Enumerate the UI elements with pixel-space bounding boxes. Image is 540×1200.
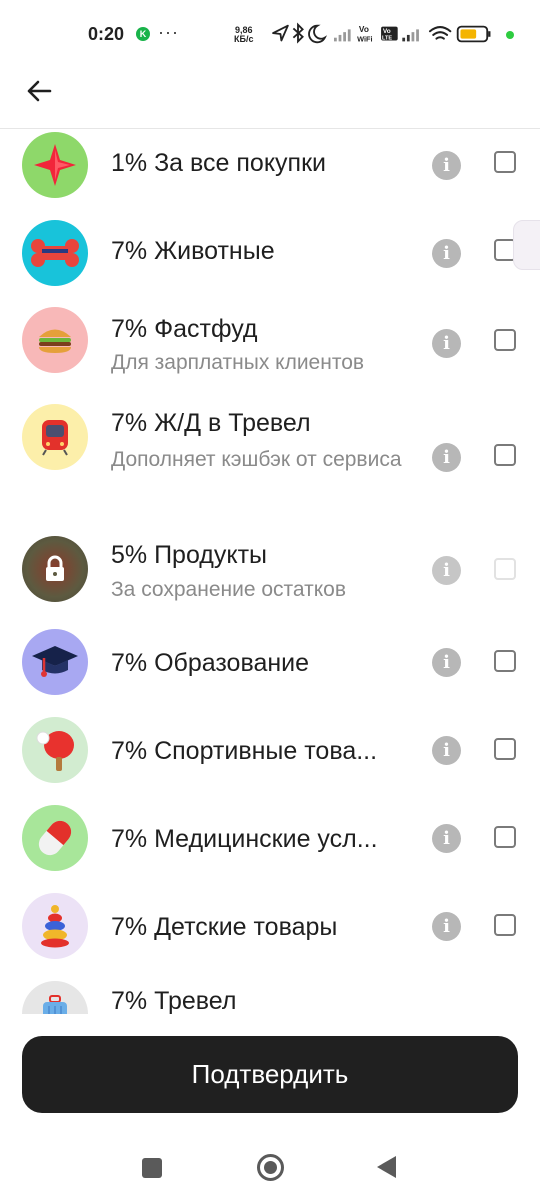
toy-pyramid-icon (22, 893, 88, 959)
location-arrow-icon (272, 24, 289, 42)
signal-icon (334, 29, 351, 42)
svg-text:LTE: LTE (382, 36, 392, 42)
info-icon[interactable]: i (432, 443, 461, 472)
list-item[interactable]: 7% Ж/Д в Тревел Дополняет кэшбэк от серв… (0, 401, 540, 521)
red-star-icon (22, 132, 88, 198)
network-speed: 9,86 КБ/c (234, 26, 253, 44)
svg-text:WiFi: WiFi (357, 34, 373, 43)
list-item[interactable]: 7% Животные i (0, 217, 540, 289)
ping-pong-icon (22, 717, 88, 783)
category-checkbox[interactable] (494, 444, 516, 466)
list-item[interactable]: 7% Медицинские усл... i (0, 805, 540, 877)
bone-icon (22, 220, 88, 286)
confirm-button[interactable]: Подтвердить (22, 1036, 518, 1113)
list-item[interactable]: 7% Детские товары i (0, 893, 540, 965)
burger-icon (22, 307, 88, 373)
category-checkbox[interactable] (494, 151, 516, 173)
list-item[interactable]: 5% Продукты За сохранение остатков i (0, 531, 540, 617)
category-title: 7% Медицинские усл... (111, 825, 378, 853)
category-checkbox[interactable] (494, 826, 516, 848)
cashback-category-list[interactable]: 1% За все покупки i 7% Животные i 7% Фас… (0, 129, 540, 1014)
network-speed-unit: КБ/c (234, 34, 254, 44)
category-title: 7% Детские товары (111, 913, 338, 941)
info-icon[interactable]: i (432, 736, 461, 765)
info-icon[interactable]: i (432, 912, 461, 941)
bluetooth-icon (292, 22, 304, 44)
info-icon[interactable]: i (432, 239, 461, 268)
kaspersky-icon: K (136, 27, 150, 41)
category-title: 7% Фастфуд (111, 315, 258, 343)
more-notifications-icon: ··· (158, 22, 179, 42)
status-time: 0:20 (88, 24, 125, 44)
list-item[interactable]: 7% Спортивные това... i (0, 717, 540, 789)
list-item[interactable]: 1% За все покупки i (0, 129, 540, 201)
suitcase-icon (22, 981, 88, 1014)
status-icons: Vo WiFi Vo LTE (272, 22, 491, 44)
category-checkbox[interactable] (494, 914, 516, 936)
back-triangle-icon[interactable] (377, 1156, 396, 1178)
floating-side-tab[interactable] (513, 220, 540, 270)
graduation-cap-icon (22, 629, 88, 695)
category-subtitle: За сохранение остатков (111, 578, 347, 601)
pill-icon (22, 805, 88, 871)
back-button[interactable] (22, 74, 56, 108)
wifi-icon (428, 26, 452, 40)
vowifi-label: Vo (359, 24, 369, 34)
category-checkbox[interactable] (494, 329, 516, 351)
category-checkbox[interactable] (494, 650, 516, 672)
category-title: 7% Ж/Д в Тревел (111, 409, 311, 437)
battery-icon (456, 25, 491, 43)
category-checkbox[interactable] (494, 738, 516, 760)
recents-square-icon[interactable] (142, 1158, 162, 1178)
train-icon (22, 404, 88, 470)
category-title: 1% За все покупки (111, 149, 326, 177)
category-title: 7% Образование (111, 649, 310, 677)
category-subtitle: Для зарплатных клиентов (111, 351, 365, 374)
signal-icon-2 (402, 29, 419, 42)
info-icon[interactable]: i (432, 151, 461, 180)
list-item[interactable]: 7% Образование i (0, 629, 540, 701)
category-title: 7% Тревел (111, 987, 237, 1014)
category-title: 7% Спортивные това... (111, 737, 378, 765)
lock-icon (22, 536, 88, 602)
info-icon[interactable]: i (432, 824, 461, 853)
arrow-left-icon (27, 80, 52, 102)
info-icon[interactable]: i (432, 329, 461, 358)
category-checkbox-disabled (494, 558, 516, 580)
info-icon[interactable]: i (432, 556, 461, 585)
notification-dot (506, 31, 514, 39)
list-item[interactable]: 7% Фастфуд Для зарплатных клиентов i (0, 305, 540, 391)
status-bar: 0:20 K ··· 9,86 КБ/c Vo WiFi Vo LTE (0, 0, 540, 70)
moon-icon (308, 24, 328, 44)
category-title: 5% Продукты (111, 541, 268, 569)
list-item[interactable]: 7% Тревел (0, 981, 540, 1014)
svg-text:Vo: Vo (383, 28, 391, 35)
category-subtitle: Дополняет кэшбэк от сервиса (111, 448, 402, 471)
info-icon[interactable]: i (432, 648, 461, 677)
category-title: 7% Животные (111, 237, 275, 265)
home-circle-inner (264, 1161, 277, 1174)
